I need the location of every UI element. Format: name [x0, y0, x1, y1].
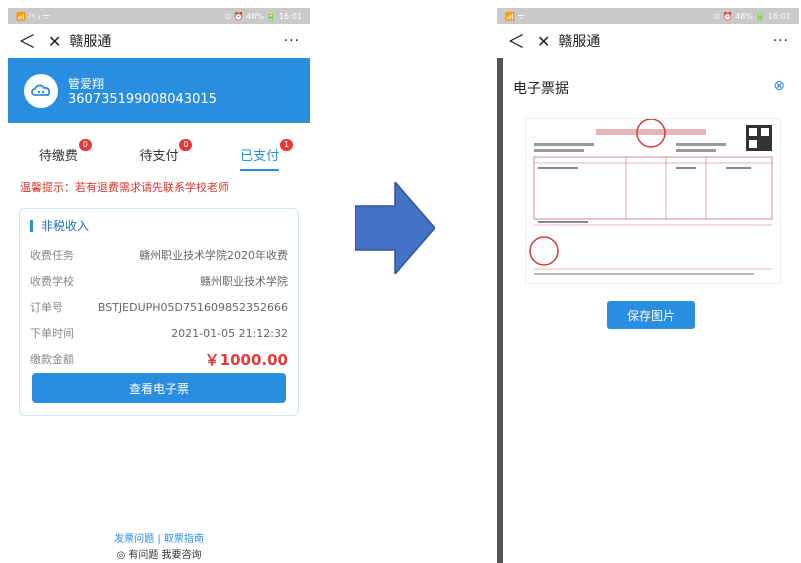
status-bar: 📶 ᯤ ⊙ ⏰ 48% 🔋 16:01: [497, 8, 799, 24]
tab-paid[interactable]: 已支付 1: [240, 139, 294, 171]
status-left: 📶 ⁵ᵍ ᵢₗ ᯤ: [16, 11, 51, 21]
tab-badge: 0: [179, 139, 193, 151]
user-banner: 管爱翔 360735199008043015: [8, 58, 310, 123]
close-icon[interactable]: ✕: [48, 32, 61, 51]
row-label: 订单号: [30, 301, 63, 314]
refund-notice: 温馨提示：若有退费需求请先联系学校老师: [20, 181, 229, 194]
arrow-right-icon: [355, 182, 435, 274]
link-separator: |: [157, 534, 161, 545]
back-icon[interactable]: ＜: [18, 28, 36, 54]
save-image-button[interactable]: 保存图片: [607, 301, 695, 329]
back-icon[interactable]: ＜: [507, 28, 525, 54]
right-phone-screen: 📶 ᯤ ⊙ ⏰ 48% 🔋 16:01 ＜ ✕ 赣服通 ··· 电子票据 ⊗ 保…: [497, 8, 799, 563]
close-circle-icon[interactable]: ⊗: [773, 78, 785, 94]
row-value: 赣州职业技术学院2020年收费: [139, 249, 288, 262]
tab-badge: 1: [280, 139, 294, 151]
row-value: 赣州职业技术学院: [200, 275, 288, 288]
e-receipt-image: [525, 118, 781, 284]
tab-pending-pay[interactable]: 待缴费 0: [38, 139, 92, 171]
chat-icon: ◎: [116, 550, 129, 561]
screen-edge-bar: [497, 58, 503, 563]
view-e-receipt-button[interactable]: 查看电子票: [32, 373, 286, 403]
consult-label: 有问题 我要咨询: [128, 550, 202, 561]
payment-card: 非税收入 收费任务 赣州职业技术学院2020年收费 收费学校 赣州职业技术学院 …: [19, 208, 299, 416]
receipt-header-text-image: [596, 129, 706, 135]
ticket-guide-link[interactable]: 取票指南: [164, 534, 204, 545]
row-label: 缴款金额: [30, 353, 74, 366]
header-accent-bar: [30, 219, 33, 232]
info-row: 缴款金额 ￥1000.00: [20, 346, 298, 372]
tab-to-pay[interactable]: 待支付 0: [139, 139, 193, 171]
invoice-issue-link[interactable]: 发票问题: [114, 534, 154, 545]
status-left: 📶 ᯤ: [505, 11, 525, 21]
status-right: ⊙ ⏰ 48% 🔋 16:01: [224, 11, 302, 21]
more-icon[interactable]: ···: [284, 33, 300, 49]
row-value: 2021-01-05 21:12:32: [171, 326, 288, 340]
status-right: ⊙ ⏰ 48% 🔋 16:01: [713, 11, 791, 21]
info-row: 下单时间 2021-01-05 21:12:32: [20, 320, 298, 346]
avatar: [24, 73, 58, 108]
tab-bar: 待缴费 0 待支付 0 已支付 1: [8, 123, 310, 171]
info-row: 收费任务 赣州职业技术学院2020年收费: [20, 242, 298, 268]
footer-links: 发票问题 | 取票指南: [8, 530, 310, 545]
close-icon[interactable]: ✕: [537, 32, 550, 51]
nav-bar: ＜ ✕ 赣服通 ···: [8, 24, 310, 58]
row-label: 收费学校: [30, 275, 74, 288]
tab-badge: 0: [78, 139, 92, 151]
receipt-title: 电子票据: [513, 81, 569, 97]
info-row: 收费学校 赣州职业技术学院: [20, 268, 298, 294]
row-label: 收费任务: [30, 249, 74, 262]
row-value: BSTJEDUPH05D751609852352666: [97, 300, 288, 314]
tab-label: 已支付: [240, 149, 280, 164]
more-icon[interactable]: ···: [773, 33, 789, 49]
payment-amount: ￥1000.00: [204, 350, 288, 369]
tab-label: 待缴费: [38, 149, 78, 164]
card-title: 非税收入: [41, 219, 90, 233]
user-id-number: 360735199008043015: [68, 91, 217, 107]
row-label: 下单时间: [30, 327, 74, 340]
page-title: 赣服通: [69, 34, 112, 50]
nav-bar: ＜ ✕ 赣服通 ···: [497, 24, 799, 58]
status-bar: 📶 ⁵ᵍ ᵢₗ ᯤ ⊙ ⏰ 48% 🔋 16:01: [8, 8, 310, 24]
left-phone-screen: 📶 ⁵ᵍ ᵢₗ ᯤ ⊙ ⏰ 48% 🔋 16:01 ＜ ✕ 赣服通 ··· 管爱…: [8, 8, 310, 563]
info-row: 订单号 BSTJEDUPH05D751609852352666: [20, 294, 298, 320]
user-name: 管爱翔: [68, 76, 105, 91]
tab-label: 待支付: [139, 149, 179, 164]
page-title: 赣服通: [558, 34, 601, 50]
consult-link[interactable]: ◎ 有问题 我要咨询: [8, 546, 310, 561]
card-header: 非税收入: [20, 209, 298, 242]
cloud-face-icon: [31, 84, 51, 96]
